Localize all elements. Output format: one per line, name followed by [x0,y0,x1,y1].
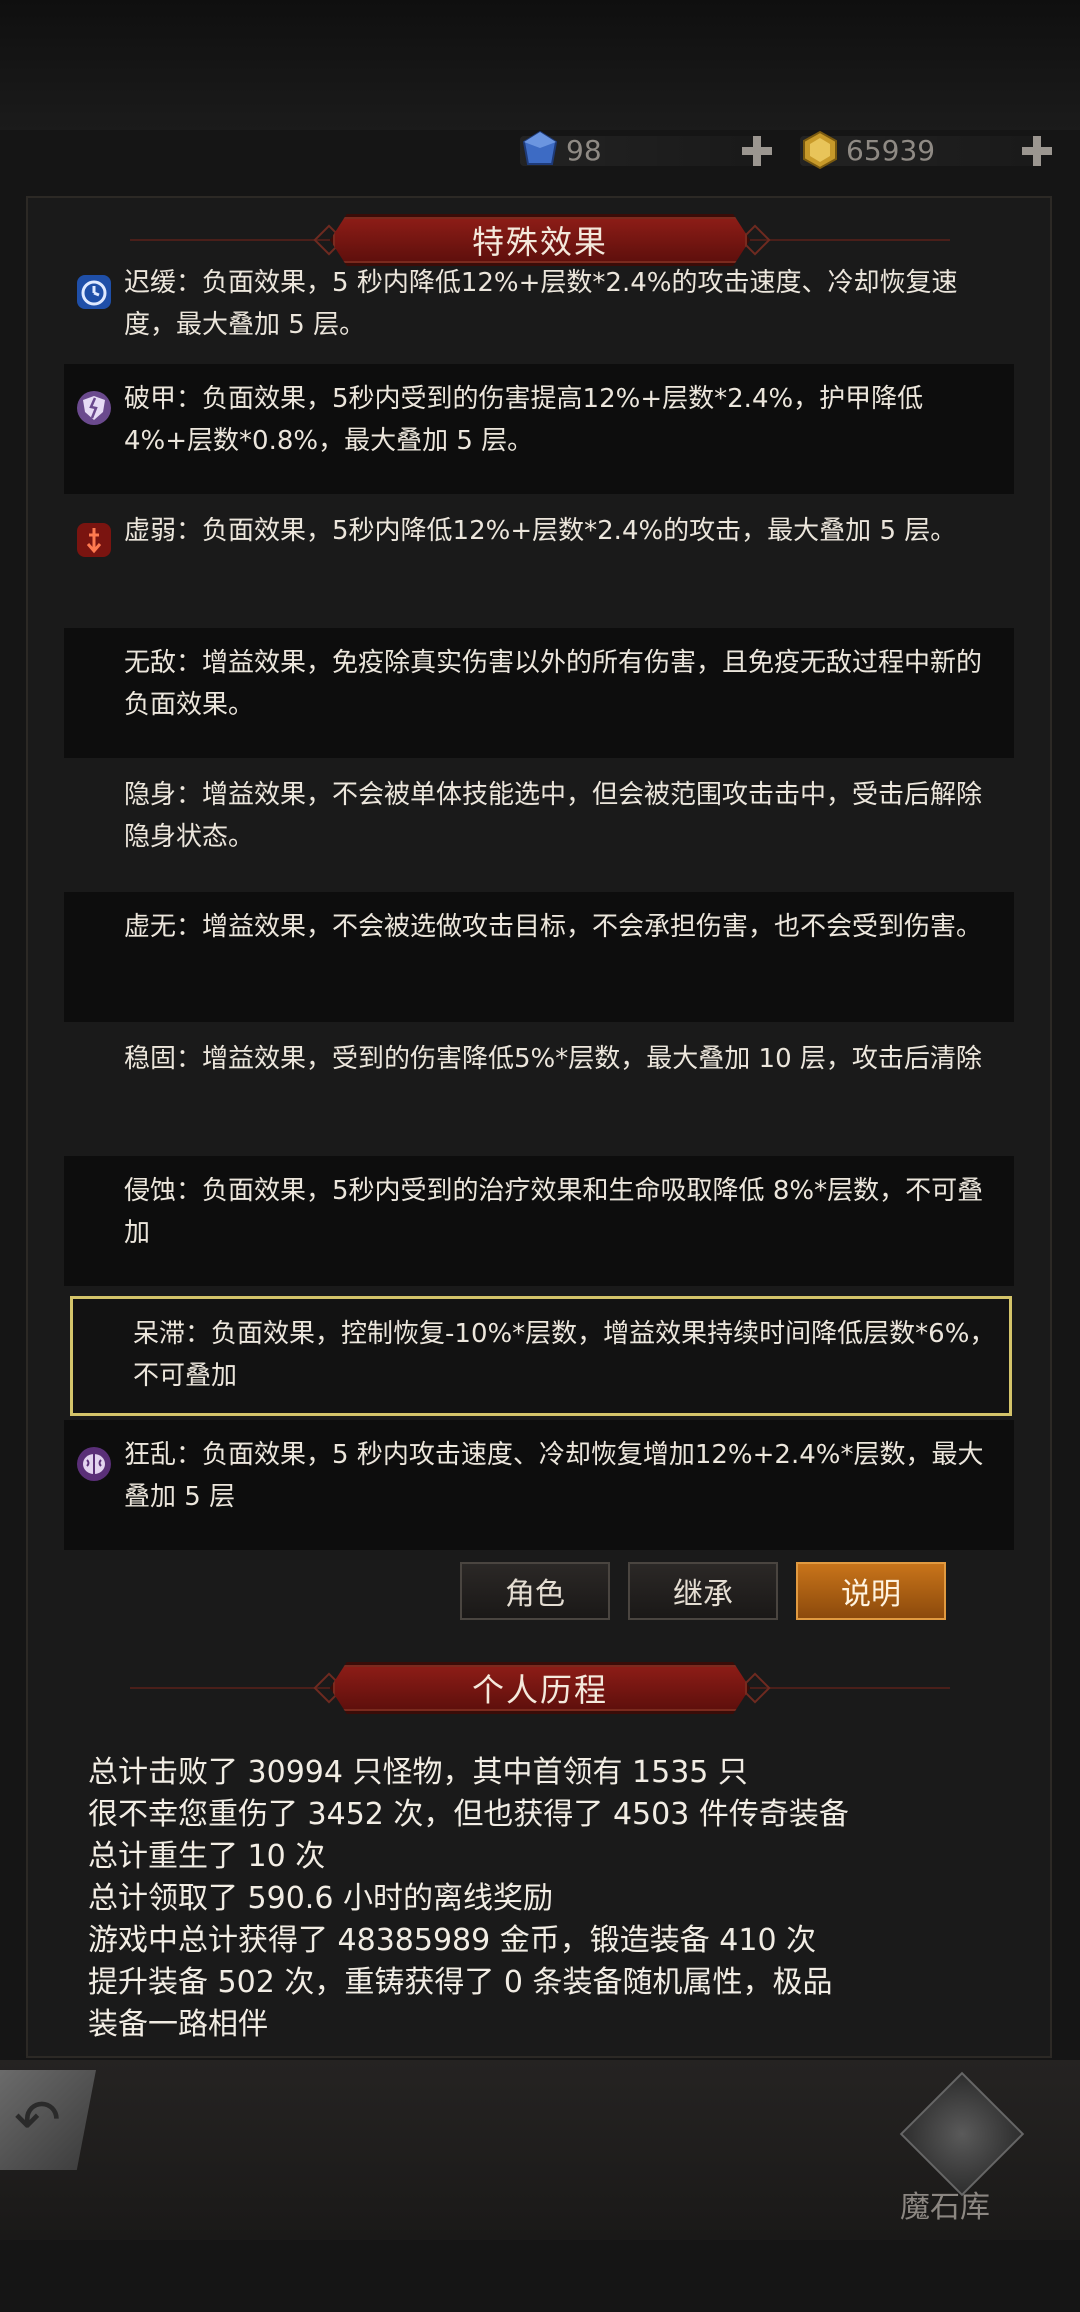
effect-stealth: 隐身：增益效果，不会被单体技能选中，但会被范围攻击击中，受击后解除隐身状态。 [124,780,983,852]
weak-arrow-icon [77,523,111,557]
top-header [0,0,1080,130]
magic-stone-vault-button[interactable]: 魔石库 [899,2071,1025,2230]
gold-count: 65939 [846,133,936,167]
back-arrow-icon: ↶ [14,2088,61,2153]
effect-armor-break: 破甲：负面效果，5秒内受到的伤害提高12%+层数*2.4%，护甲降低4%+层数*… [64,364,1014,494]
brain-icon [77,1447,111,1481]
effect-steady: 稳固：增益效果，受到的伤害降低5%*层数，最大叠加 10 层，攻击后清除 [124,1044,982,1074]
effect-weak: 虚弱：负面效果，5秒内降低12%+层数*2.4%的攻击，最大叠加 5 层。 [64,496,1014,626]
effect-void: 虚无：增益效果，不会被选做攻击目标，不会承担伤害，也不会受到伤害。 [64,892,1014,1022]
tab-bar: 角色 继承 说明 [460,1562,960,1622]
gem-resource: 98 [520,128,760,172]
effect-invincible: 无敌：增益效果，免疫除真实伤害以外的所有伤害，且免疫无敌过程中新的负面效果。 [64,628,1014,758]
effect-sluggish: 呆滞：负面效果，控制恢复-10%*层数，增益效果持续时间降低层数*6%，不可叠加 [70,1296,1012,1416]
history-line: 总计击败了 30994 只怪物，其中首领有 1535 只 [88,1755,748,1790]
history-line: 游戏中总计获得了 48385989 金币，锻造装备 410 次 [88,1923,817,1958]
history-line: 提升装备 502 次，重铸获得了 0 条装备随机属性，极品 [88,1965,833,2000]
blue-gem-icon [522,130,558,165]
tab-role[interactable]: 角色 [460,1562,610,1620]
effect-frenzy: 狂乱：负面效果，5 秒内攻击速度、冷却恢复增加12%+2.4%*层数，最大叠加 … [64,1420,1014,1550]
vault-label: 魔石库 [900,2190,990,2225]
clock-icon [77,275,111,309]
history-title: 个人历程 [471,1671,608,1709]
effect-slow: 迟缓：负面效果，5 秒内降低12%+层数*2.4%的攻击速度、冷却恢复速度，最大… [64,248,1014,378]
add-gems-button[interactable] [740,134,774,168]
tab-inherit[interactable]: 继承 [628,1562,778,1620]
broken-shield-icon [77,391,111,425]
history-line: 装备一路相伴 [88,2007,268,2042]
effect-erosion: 侵蚀：负面效果，5秒内受到的治疗效果和生命吸取降低 8%*层数，不可叠加 [64,1156,1014,1286]
add-gold-button[interactable] [1020,134,1054,168]
gold-resource: 65939 [800,128,1040,172]
history-line: 总计重生了 10 次 [88,1839,326,1874]
tab-explain[interactable]: 说明 [796,1562,946,1620]
gold-coin-icon [803,130,837,170]
history-line: 很不幸您重伤了 3452 次，但也获得了 4503 件传奇装备 [88,1797,849,1832]
history-header: 个人历程 [0,1658,1080,1718]
gem-count: 98 [566,133,602,167]
history-line: 总计领取了 590.6 小时的离线奖励 [88,1881,553,1916]
vault-emblem-icon [899,2071,1025,2197]
history-text: 总计击败了 30994 只怪物，其中首领有 1535 只 很不幸您重伤了 345… [88,1752,1018,2046]
